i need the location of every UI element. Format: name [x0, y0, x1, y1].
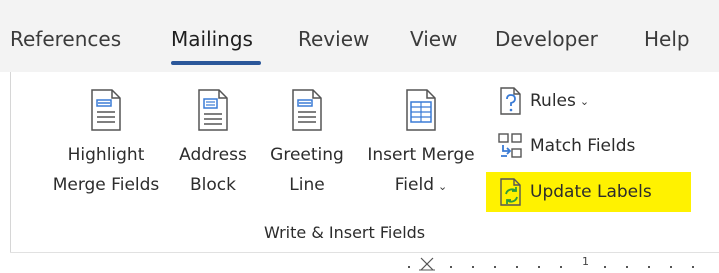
chevron-down-icon: ⌄ [438, 180, 448, 193]
ruler-number: 1 [582, 255, 589, 268]
address-block-icon [198, 89, 228, 131]
ruler-tick [450, 266, 452, 268]
group-label-write-insert-fields: Write & Insert Fields [264, 223, 426, 242]
rules-label: Rules [530, 91, 576, 111]
ruler-tick [516, 266, 518, 268]
greeting-line1: Greeting [270, 145, 344, 165]
rules-icon [496, 86, 526, 116]
tab-help[interactable]: Help [644, 27, 690, 51]
match-fields-button[interactable]: Match Fields [496, 127, 635, 165]
insert-merge-field-button[interactable]: Insert Merge Field ⌄ [358, 80, 484, 202]
tab-view[interactable]: View [410, 27, 457, 51]
insert-merge-line2: Field [394, 175, 435, 195]
ruler-tick [626, 266, 628, 268]
address-line2: Block [190, 175, 236, 195]
highlight-line2: Merge Fields [52, 175, 160, 195]
chevron-down-icon: ⌄ [579, 94, 590, 108]
document-lines-icon [91, 89, 121, 131]
update-labels-button[interactable]: Update Labels [486, 172, 691, 212]
ruler-tick [560, 266, 562, 268]
ruler-tick [494, 266, 496, 268]
horizontal-ruler[interactable] [0, 253, 719, 273]
update-labels-label: Update Labels [530, 182, 652, 202]
insert-merge-field-icon [406, 89, 436, 131]
insert-merge-line2-wrap: Field ⌄ [358, 170, 484, 202]
active-tab-indicator [171, 61, 261, 65]
address-line1: Address [179, 145, 247, 165]
ruler-tick [538, 266, 540, 268]
ruler-tick [472, 266, 474, 268]
indent-marker-icon[interactable] [417, 257, 437, 271]
ruler-tick [648, 266, 650, 268]
update-labels-icon [496, 177, 526, 207]
ruler-tick [692, 266, 694, 268]
ruler-tick [670, 266, 672, 268]
highlight-merge-fields-button[interactable]: Highlight Merge Fields [48, 80, 164, 200]
greeting-line2: Line [289, 175, 325, 195]
tab-mailings[interactable]: Mailings [171, 27, 253, 51]
ribbon-tab-bar: References Mailings Review View Develope… [0, 0, 719, 72]
ruler-tick [604, 266, 606, 268]
tab-developer[interactable]: Developer [495, 27, 598, 51]
greeting-line-icon [292, 89, 322, 131]
highlight-line1: Highlight [67, 145, 145, 165]
match-fields-label: Match Fields [530, 136, 636, 156]
tab-references[interactable]: References [10, 27, 121, 51]
insert-merge-line1: Insert Merge [367, 145, 475, 165]
address-block-button[interactable]: Address Block [172, 80, 254, 200]
ruler-tick [408, 266, 410, 268]
match-fields-icon [496, 131, 526, 161]
greeting-line-button[interactable]: Greeting Line [262, 80, 352, 200]
rules-button[interactable]: Rules ⌄ [496, 82, 589, 120]
tab-review[interactable]: Review [298, 27, 369, 51]
